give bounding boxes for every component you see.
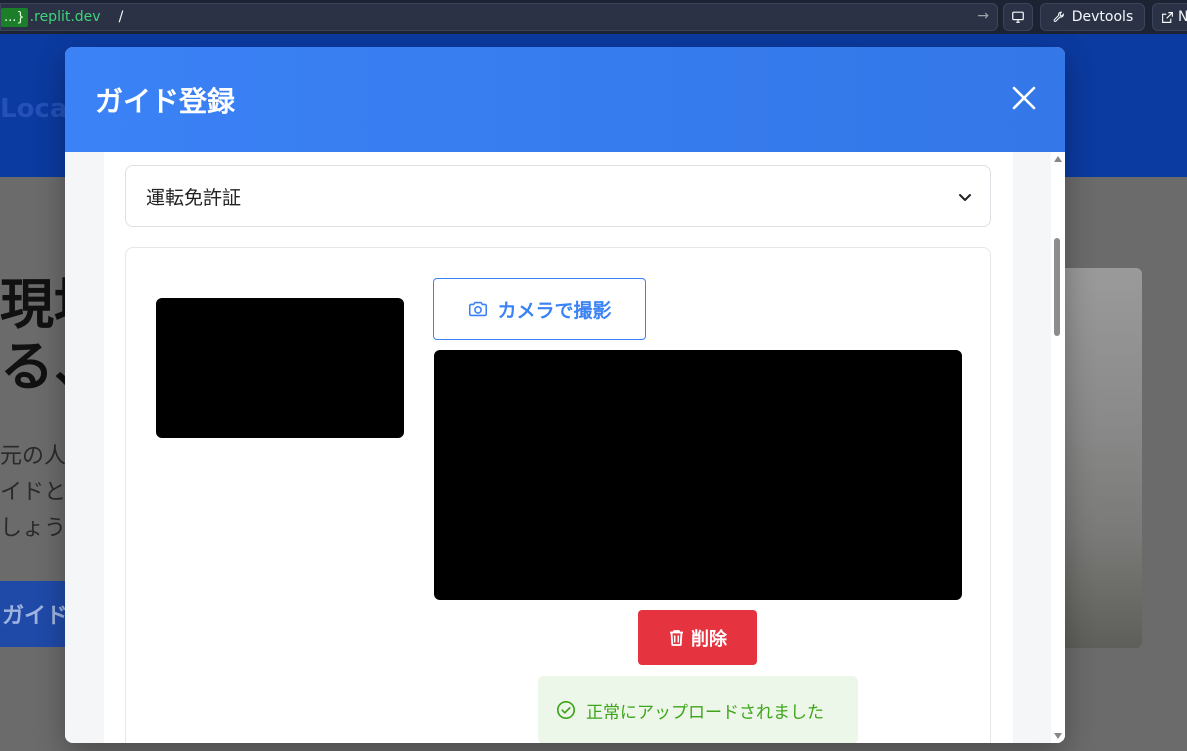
modal-scrollbar[interactable]: [1051, 152, 1065, 743]
camera-icon: [469, 301, 488, 317]
url-host-tag: ...}: [1, 7, 28, 27]
device-preview-button[interactable]: [1003, 3, 1033, 31]
close-icon[interactable]: [1011, 85, 1037, 111]
devtools-label: Devtools: [1071, 9, 1134, 25]
background-logo: Loca: [0, 94, 68, 124]
delete-button[interactable]: 削除: [638, 610, 757, 665]
document-type-value: 運転免許証: [146, 186, 242, 209]
background-hero-text: 元の人 イドと しょう: [0, 439, 66, 547]
hero-text-line: 元の人: [0, 444, 67, 469]
check-circle-icon: [556, 700, 576, 720]
hero-text-line: イドと: [0, 480, 67, 505]
open-new-tab-button[interactable]: N: [1152, 3, 1187, 31]
background-cta-button: ガイド: [0, 581, 70, 647]
go-arrow-icon[interactable]: →: [977, 8, 989, 24]
scroll-thumb[interactable]: [1054, 238, 1060, 336]
captured-photo-preview: [434, 350, 962, 600]
hero-text-line: しょう: [0, 516, 67, 541]
guide-registration-modal: ガイド登録 運転免許証 カメラで撮影 削除 正常にアップロードされました: [65, 47, 1065, 743]
modal-body: 運転免許証 カメラで撮影 削除 正常にアップロードされました: [65, 152, 1065, 743]
browser-toolbar: ...} .replit.dev / → Devtools N: [0, 0, 1187, 34]
delete-button-label: 削除: [691, 628, 727, 650]
camera-capture-button[interactable]: カメラで撮影: [433, 278, 646, 340]
monitor-icon: [1012, 11, 1024, 23]
document-thumbnail: [156, 298, 404, 438]
form-panel: 運転免許証 カメラで撮影 削除 正常にアップロードされました: [104, 152, 1013, 743]
modal-title: ガイド登録: [95, 84, 236, 118]
devtools-button[interactable]: Devtools: [1040, 3, 1145, 31]
document-upload-card: カメラで撮影 削除 正常にアップロードされました: [125, 247, 991, 743]
chevron-down-icon: [959, 194, 971, 201]
scroll-down-arrow-icon[interactable]: [1054, 733, 1062, 739]
address-bar[interactable]: ...} .replit.dev / →: [0, 3, 998, 31]
url-host: .replit.dev: [29, 9, 101, 25]
external-link-icon: [1162, 11, 1173, 23]
trash-icon: [670, 629, 683, 646]
wrench-icon: [1053, 11, 1064, 22]
modal-header: ガイド登録: [65, 47, 1065, 152]
background-photo: [1060, 268, 1142, 648]
upload-success-message: 正常にアップロードされました: [538, 676, 858, 743]
scroll-up-arrow-icon[interactable]: [1054, 156, 1062, 162]
url-path: /: [118, 9, 124, 25]
camera-button-label: カメラで撮影: [497, 299, 612, 322]
document-type-select[interactable]: 運転免許証: [125, 165, 991, 227]
success-message-text: 正常にアップロードされました: [586, 702, 824, 723]
newtab-label: N: [1178, 9, 1187, 25]
